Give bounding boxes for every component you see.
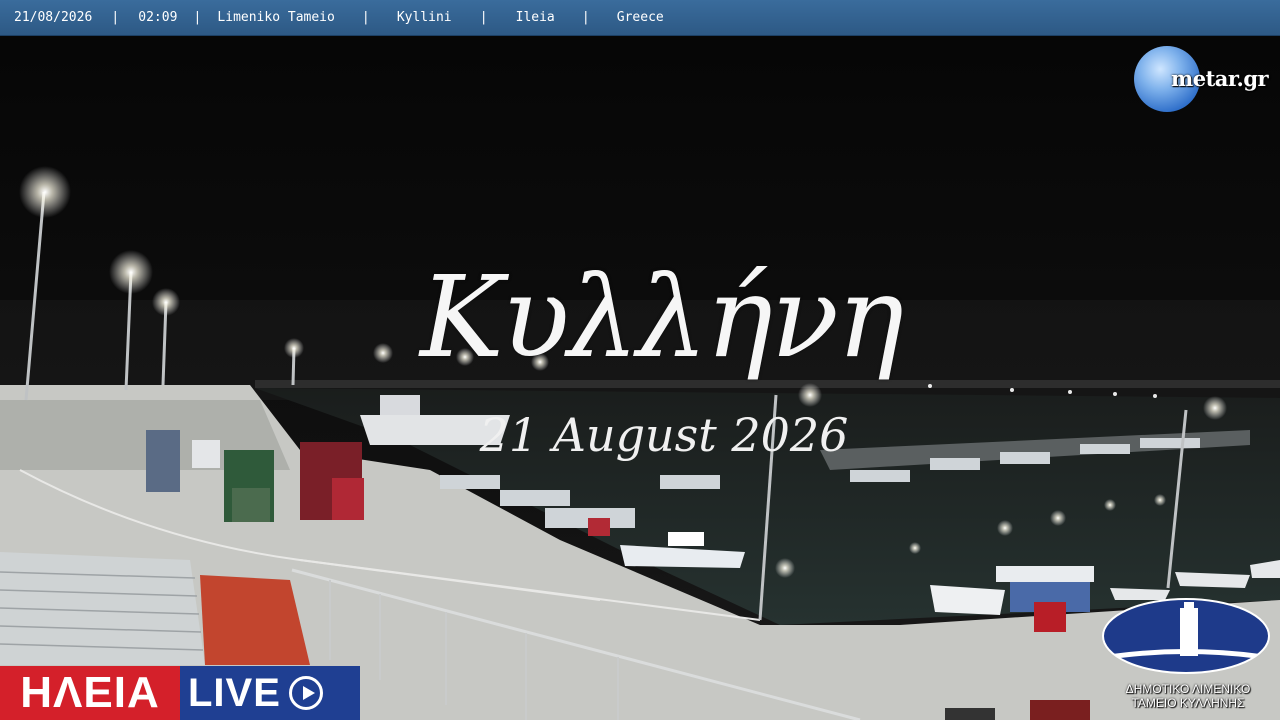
lighthouse-emblem-icon <box>1102 598 1270 674</box>
ileia-live-logo[interactable]: ΗΛΕΙΑ LIVE <box>0 666 360 720</box>
metar-logo: metar.gr <box>1133 44 1275 114</box>
overlay-title: Κυλλήνη <box>420 253 904 383</box>
top-info-text: 21/08/2026 | 02:09 | Limeniko Tameio | K… <box>14 10 664 25</box>
ileia-text: ΗΛΕΙΑ <box>0 666 180 720</box>
capture-time: 02:09 <box>138 10 178 25</box>
play-circle-icon[interactable] <box>288 676 323 710</box>
live-block: LIVE <box>180 666 360 720</box>
camera-country: Greece <box>616 10 664 25</box>
port-authority-logo: ΔΗΜΟΤΙΚΟ ΛΙΜΕΝΙΚΟ ΤΑΜΕΙΟ ΚΥΛΛΗΝΗΣ <box>1096 594 1280 720</box>
port-authority-line-2: ΤΑΜΕΙΟ ΚΥΛΛΗΝΗΣ <box>1131 696 1245 710</box>
port-authority-name: ΔΗΜΟΤΙΚΟ ΛΙΜΕΝΙΚΟ ΤΑΜΕΙΟ ΚΥΛΛΗΝΗΣ <box>1096 682 1280 710</box>
separator: | <box>193 10 202 25</box>
port-authority-line-1: ΔΗΜΟΤΙΚΟ ΛΙΜΕΝΙΚΟ <box>1125 682 1251 696</box>
camera-region: Ileia <box>515 10 555 25</box>
camera-location: Limeniko Tameio <box>217 10 335 25</box>
overlay-date: 21 August 2026 <box>479 408 849 462</box>
capture-date: 21/08/2026 <box>14 10 93 25</box>
camera-town: Kyllini <box>396 10 452 25</box>
top-info-bar: 21/08/2026 | 02:09 | Limeniko Tameio | K… <box>0 0 1280 36</box>
separator: | <box>361 10 370 25</box>
separator: | <box>111 10 120 25</box>
separator: | <box>479 10 488 25</box>
live-text: LIVE <box>188 670 281 715</box>
separator: | <box>581 10 590 25</box>
metar-brand-text: metar.gr <box>1171 66 1269 91</box>
